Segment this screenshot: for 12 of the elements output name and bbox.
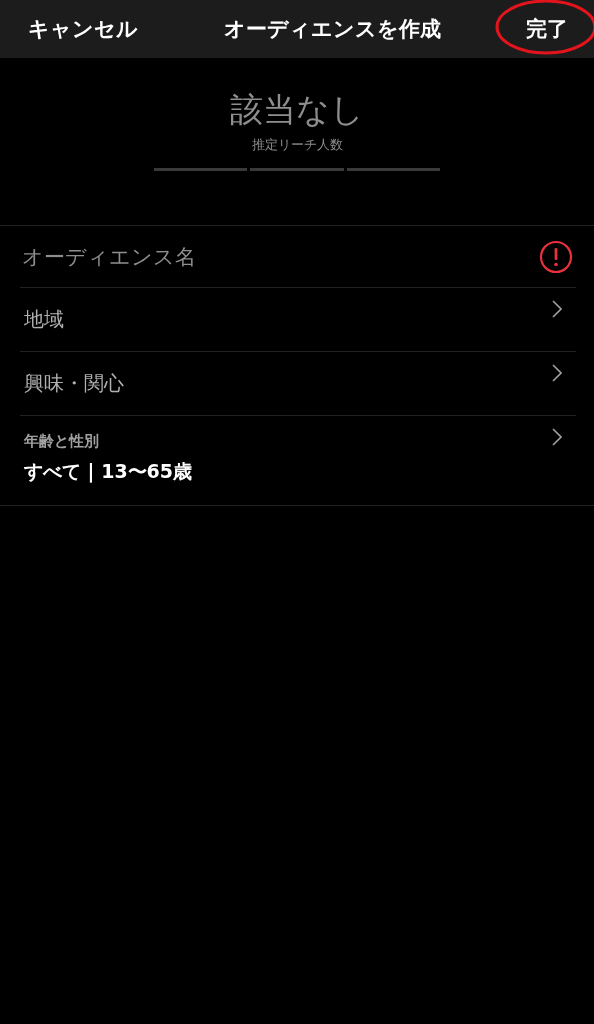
setting-value: すべて | 13〜65歳 xyxy=(24,459,193,485)
chevron-icon xyxy=(552,300,562,318)
audience-name-field[interactable]: オーディエンス名 xyxy=(20,226,464,287)
cancel-button[interactable]: キャンセル xyxy=(28,15,138,43)
screen-title: オーディエンスを作成 xyxy=(223,16,441,43)
reach-value: 該当なし xyxy=(230,89,364,131)
chevron-icon xyxy=(552,364,562,382)
setting-label[interactable]: 年齢と性別 xyxy=(24,432,193,451)
menu-item-label[interactable]: 興味・関心 xyxy=(20,352,128,415)
reach-label: 推定リーチ人数 xyxy=(251,136,343,154)
chevron-icon xyxy=(552,428,562,446)
menu-item-label[interactable]: 地域 xyxy=(20,288,68,351)
